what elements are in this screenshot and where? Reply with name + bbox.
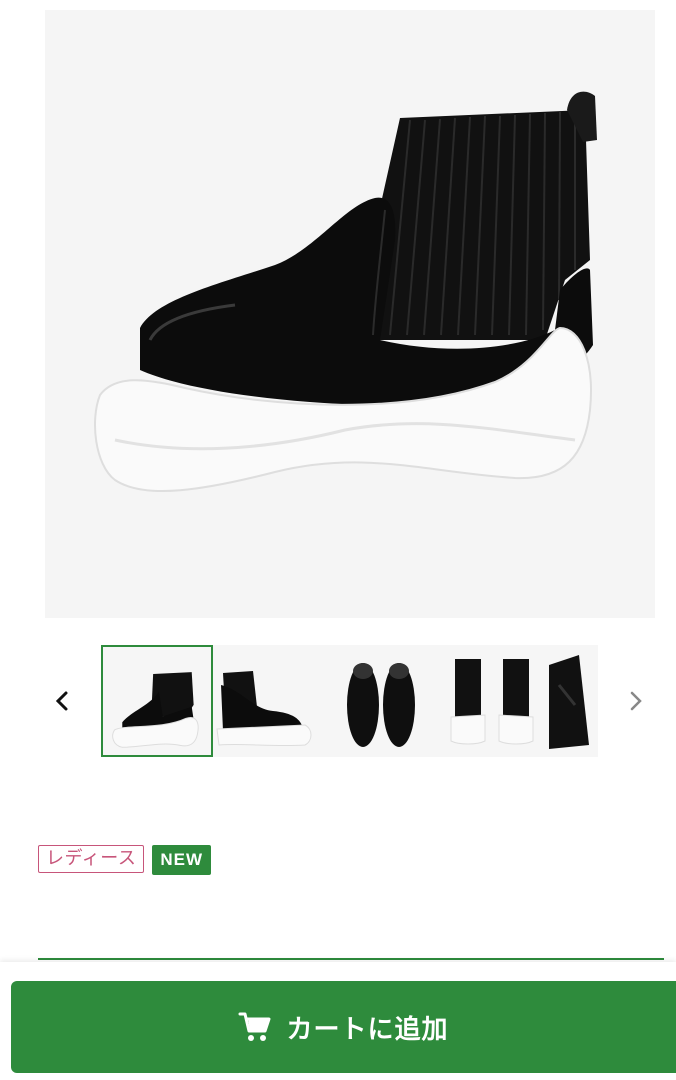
thumbnail-strip	[101, 645, 598, 757]
next-arrow-button[interactable]	[618, 683, 654, 719]
product-tags: レディース NEW	[38, 845, 212, 875]
prev-arrow-button[interactable]	[44, 683, 80, 719]
chevron-left-icon	[55, 691, 68, 711]
cart-icon	[238, 1012, 271, 1041]
thumbnail-item[interactable]	[101, 645, 213, 757]
thumbnail-item[interactable]	[325, 645, 437, 757]
new-badge: NEW	[152, 845, 212, 875]
category-tag: レディース	[38, 845, 145, 873]
section-divider	[38, 958, 664, 960]
chevron-right-icon	[630, 691, 642, 711]
bottom-action-bar: カートに追加	[0, 962, 676, 1080]
thumbnail-item[interactable]	[213, 645, 325, 757]
add-to-cart-button[interactable]: カートに追加	[11, 981, 676, 1073]
add-to-cart-label: カートに追加	[286, 1014, 449, 1045]
main-product-image[interactable]	[45, 10, 655, 618]
thumbnail-item[interactable]	[549, 645, 598, 757]
thumbnail-item[interactable]	[437, 645, 549, 757]
